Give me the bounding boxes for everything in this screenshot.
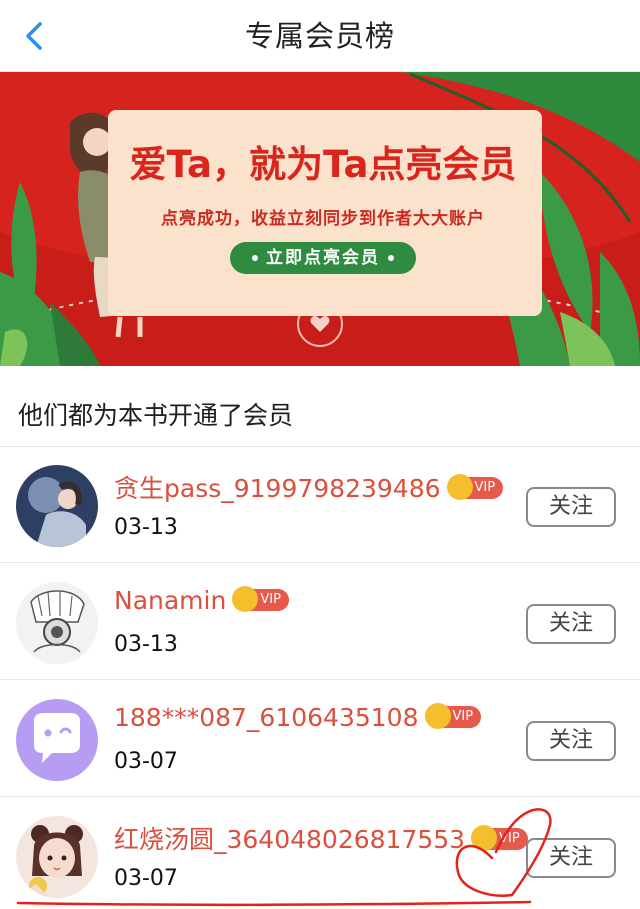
member-row[interactable]: 红烧汤圆_364048026817553 VIP 03-07 关注 <box>0 798 640 909</box>
member-row[interactable]: Nanamin VIP 03-13 关注 <box>0 564 640 680</box>
follow-button[interactable]: 关注 <box>526 721 616 761</box>
avatar[interactable] <box>16 582 98 664</box>
member-row[interactable]: 188***087_6106435108 VIP 03-07 关注 <box>0 681 640 797</box>
heart-seal-icon <box>310 316 330 332</box>
banner-headline: 爱Ta，就为Ta点亮会员 <box>129 143 517 186</box>
page-title: 专属会员榜 <box>244 19 395 53</box>
member-date: 03-07 <box>114 749 178 774</box>
member-name-text: 188***087_6106435108 <box>114 703 419 732</box>
banner-subtitle: 点亮成功，收益立刻同步到作者大大账户 <box>161 209 485 229</box>
promo-banner[interactable]: 爱Ta，就为Ta点亮会员 点亮成功，收益立刻同步到作者大大账户 立即点亮会员 <box>0 72 640 366</box>
dot-icon <box>388 255 394 261</box>
follow-button[interactable]: 关注 <box>526 838 616 878</box>
avatar[interactable] <box>16 699 98 781</box>
member-name[interactable]: 188***087_6106435108 VIP <box>114 703 482 732</box>
vip-badge-label: VIP <box>260 592 281 607</box>
avatar[interactable] <box>16 816 98 898</box>
avatar[interactable] <box>16 465 98 547</box>
member-name-text: Nanamin <box>114 586 227 615</box>
crown-icon <box>471 825 498 851</box>
nav-bar: 专属会员榜 <box>0 0 640 72</box>
member-row[interactable]: 贪生pass_9199798239486 VIP 03-13 关注 <box>0 447 640 563</box>
member-name[interactable]: 红烧汤圆_364048026817553 VIP <box>114 820 528 856</box>
vip-badge: VIP <box>232 586 289 612</box>
vip-badge: VIP <box>471 825 528 851</box>
light-up-vip-button[interactable]: 立即点亮会员 <box>230 242 416 274</box>
crown-icon <box>232 586 259 612</box>
member-date: 03-13 <box>114 515 178 540</box>
follow-button[interactable]: 关注 <box>526 487 616 527</box>
member-name[interactable]: 贪生pass_9199798239486 VIP <box>114 469 504 505</box>
member-date: 03-13 <box>114 632 178 657</box>
member-name-text: 红烧汤圆_364048026817553 <box>114 825 466 854</box>
crown-icon <box>424 703 451 729</box>
vip-badge-label: VIP <box>499 831 520 846</box>
cta-label: 立即点亮会员 <box>266 248 380 268</box>
vip-badge: VIP <box>424 703 482 729</box>
vip-badge-label: VIP <box>474 480 496 495</box>
member-name[interactable]: Nanamin VIP <box>114 586 289 615</box>
vip-badge-label: VIP <box>452 709 474 724</box>
crown-icon <box>446 474 473 500</box>
dot-icon <box>252 255 258 261</box>
member-name-text: 贪生pass_9199798239486 <box>114 474 441 503</box>
member-date: 03-07 <box>114 866 178 891</box>
follow-button[interactable]: 关注 <box>526 604 616 644</box>
section-title: 他们都为本书开通了会员 <box>18 401 294 430</box>
vip-badge: VIP <box>446 474 504 500</box>
